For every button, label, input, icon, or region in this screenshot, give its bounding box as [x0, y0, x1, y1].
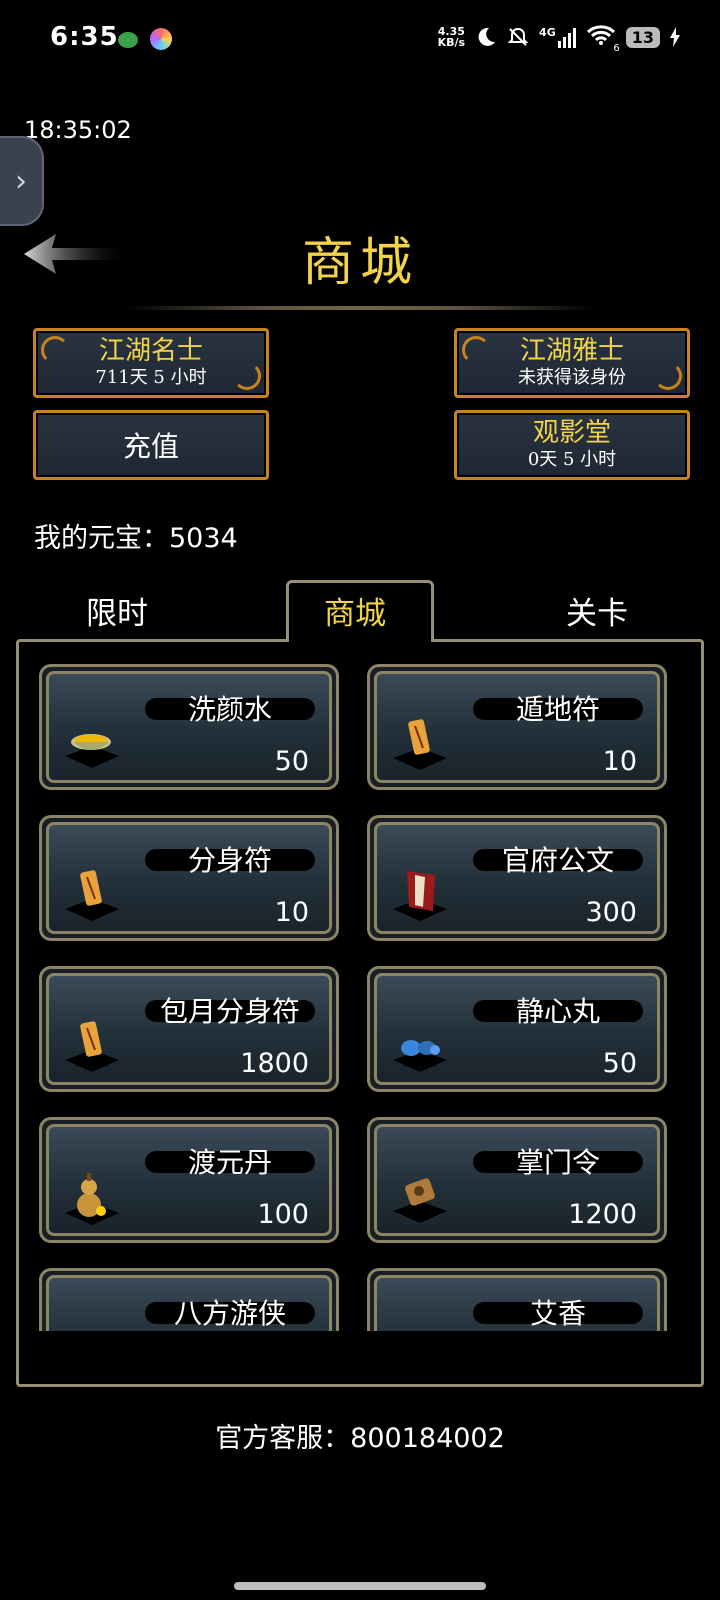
item-price: 50	[602, 1048, 637, 1079]
talisman-icon	[61, 863, 123, 925]
corner-ornament	[654, 362, 682, 390]
shop-item-card[interactable]: 八方游侠	[39, 1268, 339, 1331]
corner-ornament	[41, 336, 69, 364]
identity-status: 未获得该身份	[518, 367, 626, 388]
item-price: 1800	[240, 1048, 309, 1079]
shop-item-card[interactable]: 分身符 10	[39, 815, 339, 941]
charging-icon	[670, 27, 680, 47]
incense-icon	[389, 1316, 451, 1331]
theater-title: 观影堂	[532, 418, 611, 448]
hat-icon	[61, 1316, 123, 1331]
wifi-icon: 6	[586, 24, 620, 54]
shop-item-frame: 洗颜水 50	[46, 671, 332, 783]
balance-label: 我的元宝：	[34, 523, 169, 554]
identity-mingshi-button[interactable]: 江湖名士 711天 5 小时	[33, 328, 269, 398]
item-price: 100	[257, 1199, 309, 1230]
pill-icon	[389, 1014, 451, 1076]
shop-item-frame: 八方游侠	[46, 1275, 332, 1331]
theater-button[interactable]: 观影堂 0天 5 小时	[454, 410, 690, 480]
item-name: 包月分身符	[159, 995, 300, 1028]
tab-limited[interactable]: 限时	[86, 588, 148, 633]
chevron-right-icon: ›	[15, 163, 27, 199]
bell-off-icon	[507, 27, 529, 46]
identity-duration: 711天 5 小时	[95, 367, 207, 388]
shop-item-card[interactable]: 静心丸 50	[367, 966, 667, 1092]
shop-item-frame: 遁地符 10	[374, 671, 660, 783]
page-title: 商城	[301, 233, 418, 293]
shop-item-card[interactable]: 掌门令 1200	[367, 1117, 667, 1243]
shop-item-frame: 渡元丹 100	[46, 1124, 332, 1236]
shop-item-card[interactable]: 洗颜水 50	[39, 664, 339, 790]
shop-item-card[interactable]: 艾香	[367, 1268, 667, 1331]
wechat-icon	[118, 32, 138, 48]
item-price: 50	[274, 746, 309, 777]
status-time: 6:35	[50, 22, 119, 52]
balance-display: 我的元宝：5034	[34, 516, 238, 555]
shop-item-card[interactable]: 包月分身符 1800	[39, 966, 339, 1092]
shop-item-frame: 静心丸 50	[374, 973, 660, 1085]
tab-stages[interactable]: 关卡	[566, 588, 628, 633]
item-name: 遁地符	[515, 693, 600, 726]
shop-item-frame: 掌门令 1200	[374, 1124, 660, 1236]
theater-duration: 0天 5 小时	[527, 449, 617, 470]
bowl-icon	[61, 712, 123, 774]
shop-item-frame: 官府公文 300	[374, 822, 660, 934]
identity-yashi-button[interactable]: 江湖雅士 未获得该身份	[454, 328, 690, 398]
title-divider	[125, 306, 595, 310]
tab-shop[interactable]: 商城	[324, 588, 386, 633]
scroll-icon	[389, 863, 451, 925]
side-expand-tab[interactable]: ›	[0, 136, 44, 226]
item-name: 分身符	[187, 844, 272, 877]
token-icon	[389, 1165, 451, 1227]
identity-title: 江湖名士	[98, 336, 203, 366]
item-name: 洗颜水	[187, 693, 272, 726]
item-name: 掌门令	[515, 1146, 600, 1179]
net-speed: 4.35 KB/s	[437, 25, 466, 49]
shop-item-frame: 包月分身符 1800	[46, 973, 332, 1085]
corner-ornament	[233, 362, 261, 390]
talisman-icon	[389, 712, 451, 774]
item-name: 官府公文	[501, 844, 614, 877]
battery-indicator: 13	[625, 26, 660, 48]
moon-icon	[478, 27, 496, 46]
shop-item-card[interactable]: 官府公文 300	[367, 815, 667, 941]
balance-value: 5034	[169, 523, 238, 554]
item-grid[interactable]: 洗颜水 50 遁地符 10 分身符 10 官府公文 300 包月分身符 1800 静心丸 50 渡元丹 1…	[36, 662, 686, 1331]
item-price: 10	[602, 746, 637, 777]
identity-title: 江湖雅士	[519, 336, 624, 366]
game-clock: 18:35:02	[24, 116, 132, 144]
item-name: 渡元丹	[187, 1146, 272, 1179]
app-notification-icon	[150, 28, 172, 50]
recharge-label: 充值	[122, 430, 179, 463]
shop-item-frame: 分身符 10	[46, 822, 332, 934]
item-name: 静心丸	[515, 995, 600, 1028]
home-indicator[interactable]	[234, 1582, 486, 1590]
shop-item-card[interactable]: 渡元丹 100	[39, 1117, 339, 1243]
recharge-button[interactable]: 充值	[33, 410, 269, 480]
item-price: 10	[274, 897, 309, 928]
item-price: 1200	[568, 1199, 637, 1230]
shop-item-card[interactable]: 遁地符 10	[367, 664, 667, 790]
corner-ornament	[462, 336, 490, 364]
shop-item-frame: 艾香	[374, 1275, 660, 1331]
gourd-icon	[61, 1165, 123, 1227]
item-name: 艾香	[529, 1297, 586, 1330]
item-name: 八方游侠	[173, 1297, 286, 1330]
talisman-icon	[61, 1014, 123, 1076]
status-icons: 4.35 KB/s 4G 6 13	[437, 24, 680, 54]
item-price: 300	[585, 897, 637, 928]
signal-icon: 4G	[539, 26, 576, 48]
customer-service: 官方客服：800184002	[215, 1423, 505, 1454]
